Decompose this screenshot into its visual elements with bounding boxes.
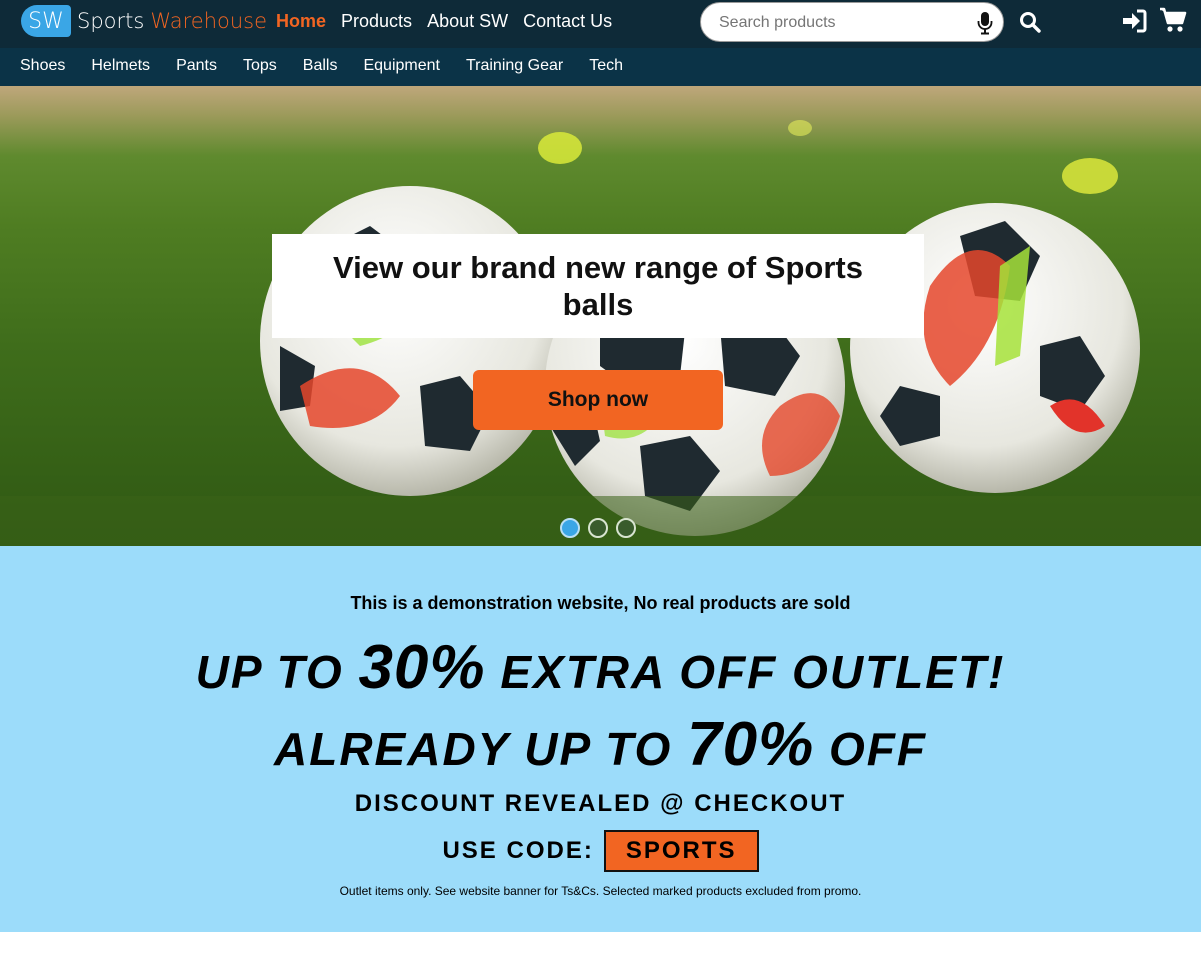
promo-line-already-off: ALREADY UP TO 70% OFF <box>0 709 1201 780</box>
promo-fine-print: Outlet items only. See website banner fo… <box>339 884 862 898</box>
search-icon[interactable] <box>1019 11 1041 33</box>
promo-code-badge: SPORTS <box>603 830 759 872</box>
promo-line1-text-c: EXTRA OFF OUTLET! <box>485 646 1006 698</box>
hero-headline-card: View our brand new range of Sports balls <box>272 234 924 338</box>
promo-line-outlet: UP TO 30% EXTRA OFF OUTLET! <box>0 632 1201 703</box>
promo-line2-percent: 70% <box>687 710 815 779</box>
search-input[interactable] <box>719 12 959 34</box>
logo-badge: SW <box>21 5 71 37</box>
carousel-dot-2[interactable] <box>588 518 608 538</box>
search-box <box>700 2 1004 42</box>
promo-line1-text-a: UP TO <box>195 646 359 698</box>
main-nav: Home Products About SW Contact Us <box>276 11 612 32</box>
category-nav: Shoes Helmets Pants Tops Balls Equipment… <box>20 57 623 75</box>
category-helmets-link[interactable]: Helmets <box>91 57 150 75</box>
nav-products-link[interactable]: Products <box>341 11 412 32</box>
promo-banner: This is a demonstration website, No real… <box>0 546 1201 932</box>
hero-headline: View our brand new range of Sports balls <box>333 250 863 322</box>
promo-line2-text-c: OFF <box>814 723 927 775</box>
category-shoes-link[interactable]: Shoes <box>20 57 65 75</box>
promo-code-label: USE CODE: <box>442 837 594 864</box>
shop-now-button[interactable]: Shop now <box>473 370 723 430</box>
category-balls-link[interactable]: Balls <box>303 57 338 75</box>
demo-notice: This is a demonstration website, No real… <box>350 593 851 613</box>
category-tech-link[interactable]: Tech <box>589 57 623 75</box>
sign-in-icon[interactable] <box>1121 9 1147 33</box>
promo-code-row: USE CODE: SPORTS <box>0 830 1201 872</box>
category-bar: Shoes Helmets Pants Tops Balls Equipment… <box>0 48 1201 86</box>
carousel-dot-1[interactable] <box>560 518 580 538</box>
site-logo[interactable]: SW Sports Warehouse <box>21 5 267 37</box>
nav-home-link[interactable]: Home <box>276 11 326 32</box>
discount-reveal-text: DISCOUNT REVEALED @ CHECKOUT <box>354 790 847 817</box>
category-training-gear-link[interactable]: Training Gear <box>466 57 563 75</box>
logo-text-sports: Sports <box>77 9 145 33</box>
category-pants-link[interactable]: Pants <box>176 57 217 75</box>
carousel-indicators <box>560 518 636 538</box>
promo-line2-text-a: ALREADY UP TO <box>274 723 688 775</box>
hero-carousel: View our brand new range of Sports balls… <box>0 86 1201 546</box>
top-navigation-bar: SW Sports Warehouse Home Products About … <box>0 0 1201 48</box>
nav-contact-link[interactable]: Contact Us <box>523 11 612 32</box>
logo-text-warehouse: Warehouse <box>150 9 268 33</box>
shopping-cart-icon[interactable] <box>1159 7 1187 33</box>
promo-line1-percent: 30% <box>358 633 486 702</box>
nav-about-link[interactable]: About SW <box>427 11 508 32</box>
category-tops-link[interactable]: Tops <box>243 57 277 75</box>
category-equipment-link[interactable]: Equipment <box>363 57 440 75</box>
page-bottom-area <box>0 932 1201 961</box>
microphone-icon[interactable] <box>977 11 993 35</box>
carousel-dot-3[interactable] <box>616 518 636 538</box>
